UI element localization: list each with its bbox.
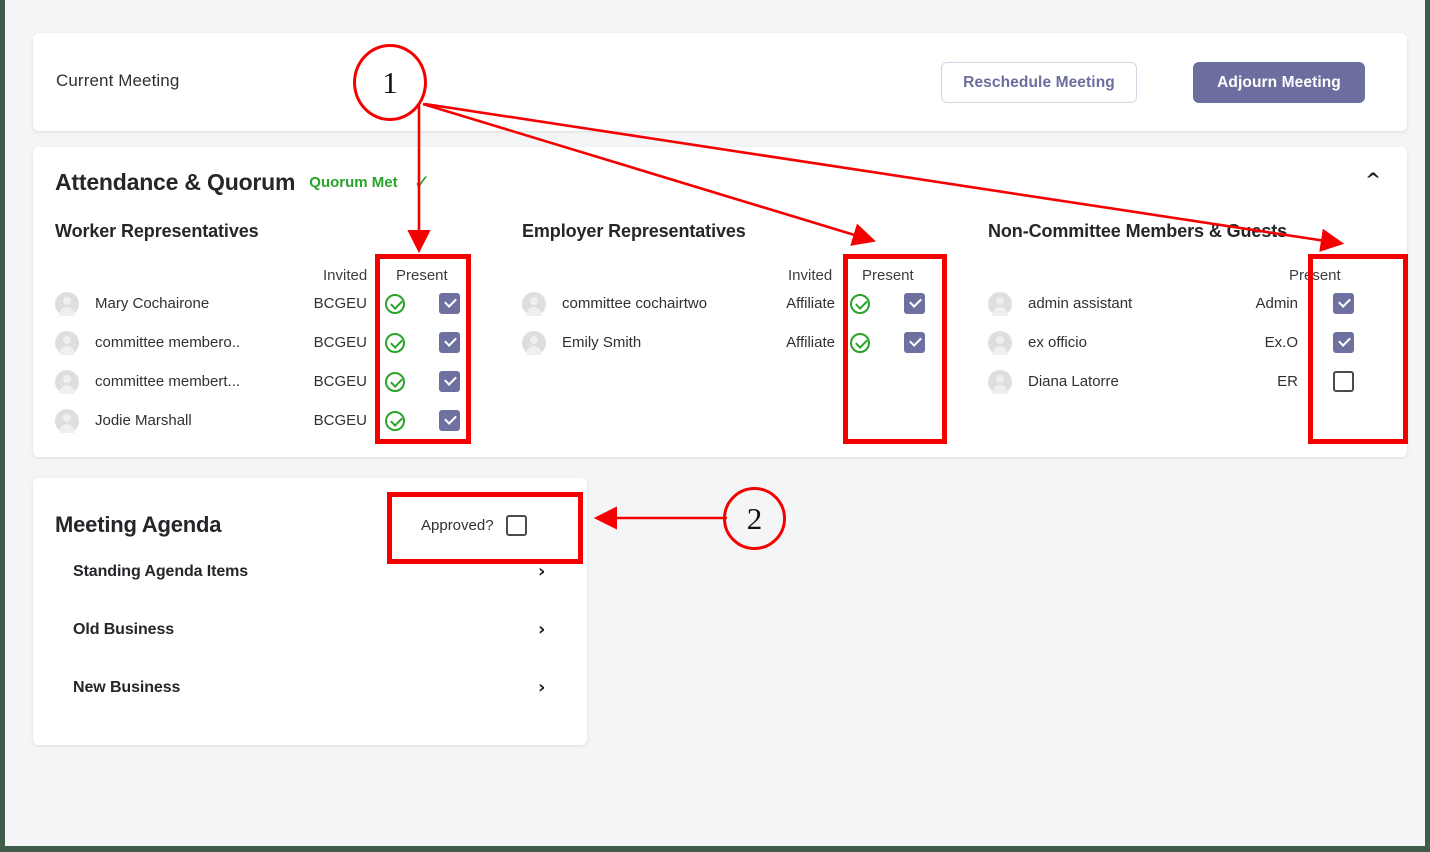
- person-name: Emily Smith: [562, 334, 642, 351]
- agenda-item-label: Standing Agenda Items: [73, 563, 249, 580]
- group-worker-representatives: Worker Representatives Invited Present Mary…: [55, 221, 505, 440]
- person-role: BCGEU: [313, 334, 367, 351]
- person-role: Affiliate: [786, 334, 835, 351]
- attendance-row: committee membert... BCGEU: [55, 362, 505, 401]
- present-checkbox[interactable]: [439, 410, 460, 431]
- attendance-row: Mary Cochairone BCGEU: [55, 284, 505, 323]
- chevron-right-icon[interactable]: ›: [538, 679, 545, 697]
- approved-checkbox[interactable]: [505, 515, 527, 536]
- reschedule-meeting-button[interactable]: Reschedule Meeting: [941, 62, 1137, 103]
- person-name: committee cochairtwo: [562, 295, 708, 312]
- attendance-row: Jodie Marshall BCGEU: [55, 401, 505, 440]
- avatar: [55, 291, 79, 316]
- person-role: BCGEU: [313, 412, 367, 429]
- group-non-committee-guests: Non-Committee Members & Guests Present adm…: [988, 221, 1408, 401]
- approved-label: Approved?: [421, 517, 494, 534]
- person-role: ER: [1277, 373, 1298, 390]
- adjourn-meeting-button[interactable]: Adjourn Meeting: [1193, 62, 1365, 103]
- person-name: Mary Cochairone: [95, 295, 210, 312]
- quorum-status-badge: Quorum Met: [309, 174, 398, 191]
- avatar: [55, 330, 79, 355]
- group-employer-representatives: Employer Representatives Invited Present co…: [522, 221, 972, 362]
- present-checkbox[interactable]: [904, 332, 925, 353]
- avatar: [522, 330, 546, 355]
- person-name: Jodie Marshall: [95, 412, 192, 429]
- column-header-row: Invited Present: [522, 262, 972, 284]
- annotation-marker-2: 2: [723, 487, 786, 550]
- person-role: Ex.O: [1264, 334, 1298, 351]
- agenda-item[interactable]: Old Business ›: [33, 601, 587, 659]
- person-name: Diana Latorre: [1028, 373, 1119, 390]
- attendance-row: Diana Latorre ER: [988, 362, 1408, 401]
- person-role: Admin: [1255, 295, 1298, 312]
- check-icon: ✓: [413, 171, 431, 194]
- agenda-approved-control: Approved?: [421, 515, 527, 536]
- invited-check-circle-icon: [385, 371, 405, 392]
- person-name: ex officio: [1028, 334, 1087, 351]
- current-meeting-card: Current Meeting Reschedule Meeting Adjou…: [33, 33, 1407, 131]
- attendance-row: ex officio Ex.O: [988, 323, 1408, 362]
- invited-check-circle-icon: [385, 410, 405, 431]
- chevron-right-icon[interactable]: ›: [538, 563, 545, 581]
- attendance-title: Attendance & Quorum: [55, 169, 296, 195]
- invited-check-circle-icon: [850, 293, 870, 314]
- invited-check-circle-icon: [385, 332, 405, 353]
- column-header-present: Present: [862, 267, 914, 284]
- column-header-present: Present: [1289, 267, 1341, 284]
- agenda-title: Meeting Agenda: [55, 512, 222, 537]
- agenda-item-label: Old Business: [73, 621, 175, 638]
- agenda-item-label: New Business: [73, 679, 181, 696]
- attendance-row: Emily Smith Affiliate: [522, 323, 972, 362]
- column-header-invited: Invited: [323, 267, 368, 284]
- person-role: BCGEU: [313, 295, 367, 312]
- avatar: [522, 291, 546, 316]
- attendance-quorum-card: Attendance & Quorum Quorum Met ✓ ^ Worke…: [33, 147, 1407, 457]
- attendance-row: admin assistant Admin: [988, 284, 1408, 323]
- page-title: Current Meeting: [56, 71, 180, 90]
- avatar: [55, 408, 79, 433]
- group-title: Worker Representatives: [55, 221, 259, 241]
- present-checkbox[interactable]: [439, 293, 460, 314]
- chevron-right-icon[interactable]: ›: [538, 621, 545, 639]
- attendance-header: Attendance & Quorum Quorum Met ✓: [55, 169, 430, 196]
- avatar: [988, 330, 1012, 355]
- attendance-row: committee cochairtwo Affiliate: [522, 284, 972, 323]
- person-name: committee membero..: [95, 334, 241, 351]
- column-header-invited: Invited: [788, 267, 833, 284]
- person-role: Affiliate: [786, 295, 835, 312]
- avatar: [988, 291, 1012, 316]
- agenda-item[interactable]: New Business ›: [33, 659, 587, 717]
- meeting-agenda-card: Meeting Agenda Approved? Standing Agenda…: [33, 478, 587, 745]
- page-root: Current Meeting Reschedule Meeting Adjou…: [0, 0, 1430, 852]
- present-checkbox[interactable]: [439, 332, 460, 353]
- present-checkbox[interactable]: [439, 371, 460, 392]
- group-title: Employer Representatives: [522, 221, 746, 241]
- present-checkbox[interactable]: [1333, 293, 1354, 314]
- person-role: BCGEU: [313, 373, 367, 390]
- present-checkbox[interactable]: [1333, 332, 1354, 353]
- person-name: admin assistant: [1028, 295, 1133, 312]
- column-header-present: Present: [396, 267, 448, 284]
- attendance-row: committee membero.. BCGEU: [55, 323, 505, 362]
- group-title: Non-Committee Members & Guests: [988, 221, 1288, 241]
- avatar: [55, 369, 79, 394]
- avatar: [988, 369, 1012, 394]
- agenda-item[interactable]: Standing Agenda Items ›: [33, 543, 587, 601]
- invited-check-circle-icon: [850, 332, 870, 353]
- present-checkbox[interactable]: [1333, 371, 1354, 392]
- invited-check-circle-icon: [385, 293, 405, 314]
- person-name: committee membert...: [95, 373, 241, 390]
- column-header-row: Invited Present: [55, 262, 505, 284]
- present-checkbox[interactable]: [904, 293, 925, 314]
- chevron-up-icon[interactable]: ^: [1365, 171, 1381, 190]
- column-header-row: Present: [988, 262, 1408, 284]
